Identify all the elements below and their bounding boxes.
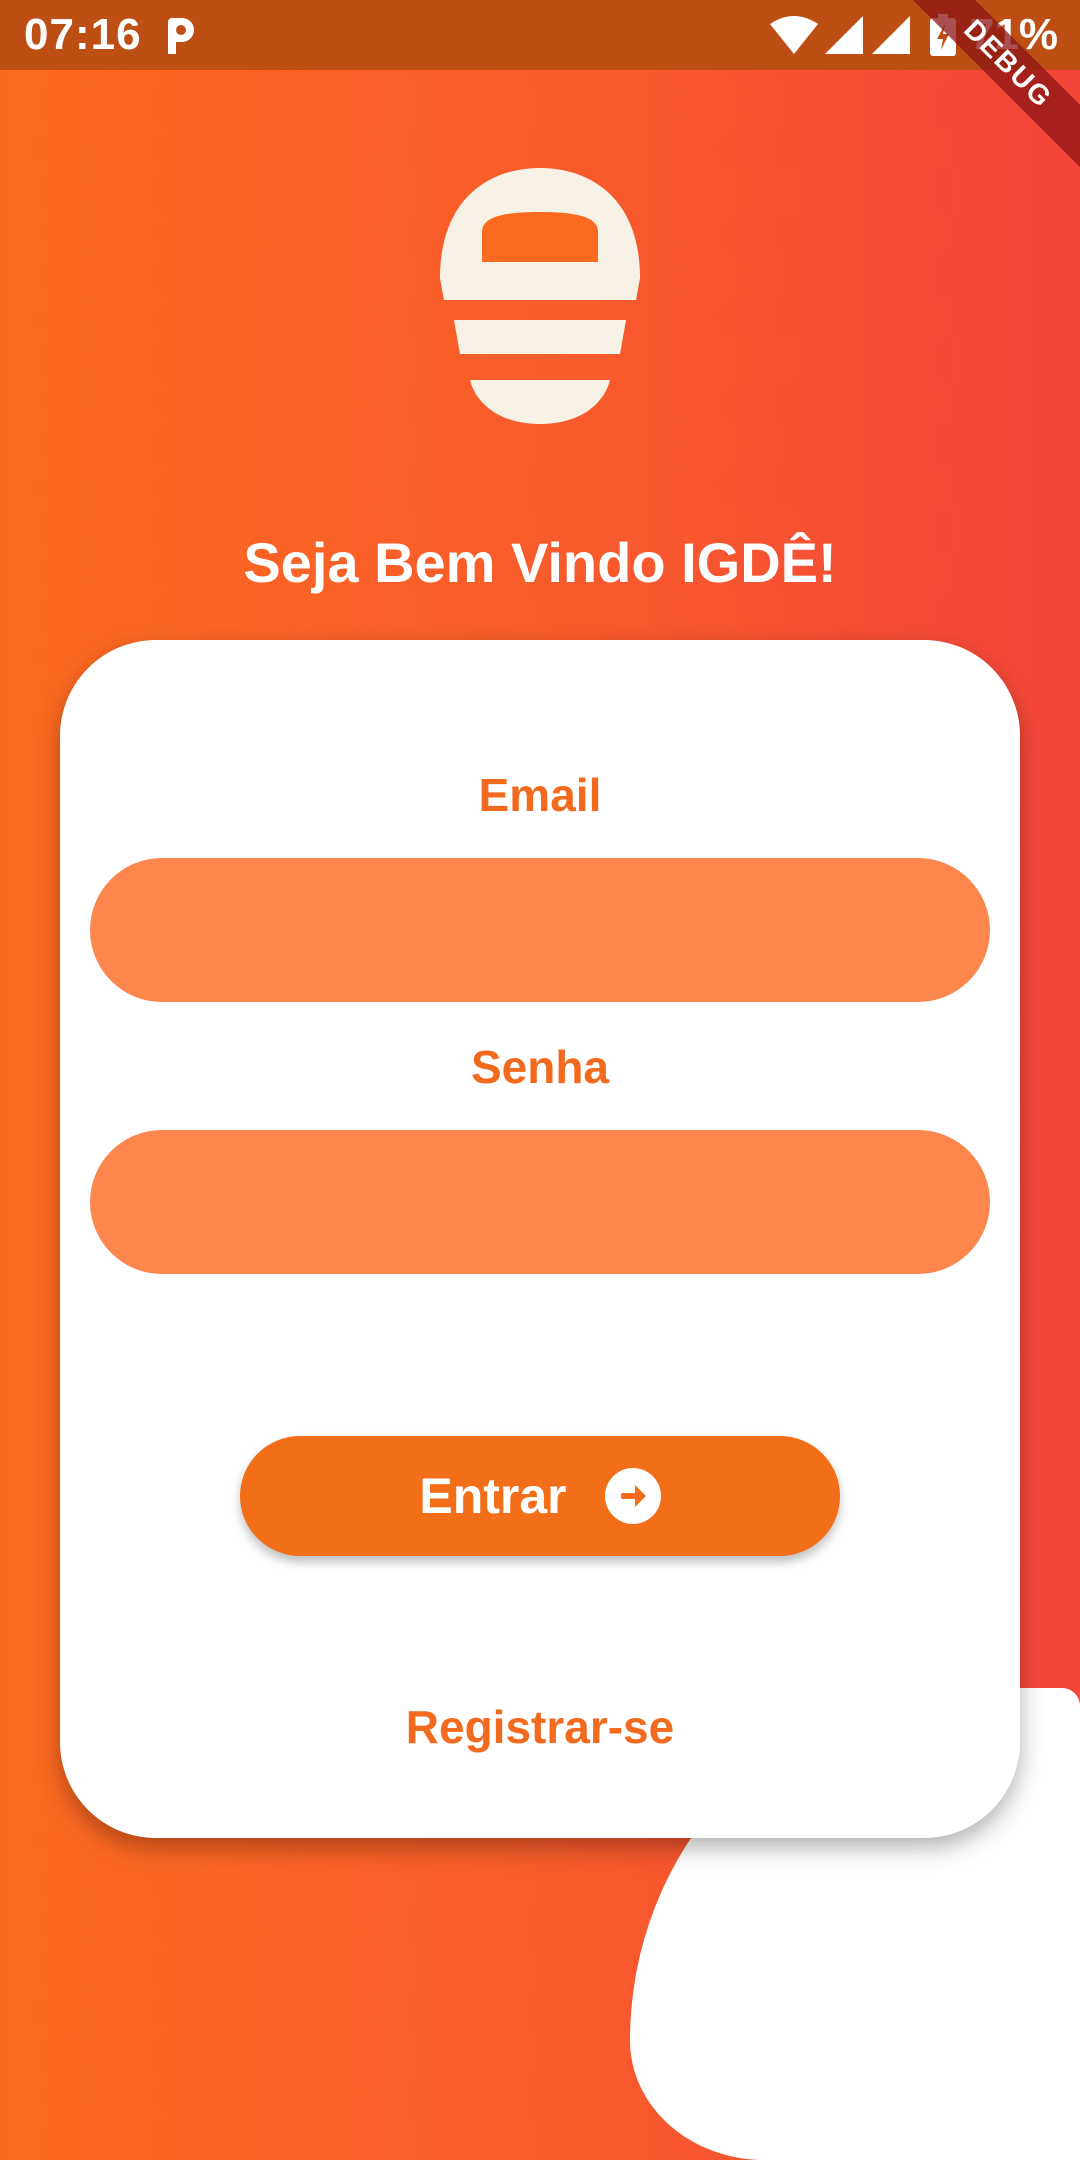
signal-icon — [872, 16, 910, 54]
welcome-title: Seja Bem Vindo IGDÊ! — [243, 531, 837, 594]
status-time: 07:16 — [24, 10, 142, 59]
signal-icon — [825, 16, 863, 54]
wifi-icon — [770, 16, 818, 54]
register-link[interactable]: Registrar-se — [60, 1700, 1020, 1754]
password-label: Senha — [470, 1041, 610, 1093]
lightbulb-logo-icon — [440, 168, 640, 424]
email-label: Email — [478, 769, 602, 821]
login-button-label: Entrar — [419, 1468, 567, 1524]
email-field[interactable] — [90, 858, 990, 1002]
arrow-right-circle-icon — [604, 1468, 661, 1524]
p-letter-icon — [168, 18, 194, 54]
login-button[interactable]: Entrar — [240, 1436, 840, 1556]
password-field[interactable] — [90, 1130, 990, 1274]
status-bar: 07:16 71% — [0, 0, 1080, 70]
login-card: Email Senha Entrar Registrar-se — [60, 640, 1020, 1838]
